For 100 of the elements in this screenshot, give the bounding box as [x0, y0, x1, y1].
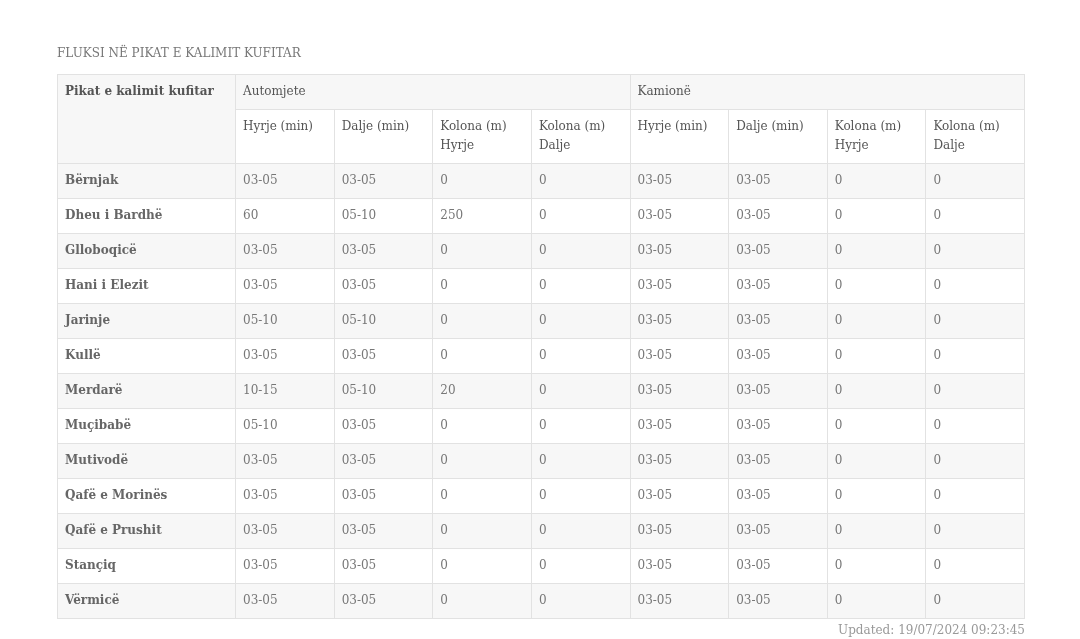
column-header: Kolona (m) Hyrje [827, 109, 926, 164]
table-cell: 0 [531, 338, 630, 374]
table-cell: 0 [432, 408, 532, 444]
column-header: Kolona (m) Dalje [531, 109, 630, 164]
table-cell: 03-05 [334, 338, 433, 374]
row-header: Mutivodë [57, 443, 236, 479]
table-cell: 03-05 [235, 443, 335, 479]
row-header: Hani i Elezit [57, 268, 236, 304]
table-cell: 03-05 [630, 233, 729, 269]
table-cell: 250 [432, 198, 532, 234]
row-header: Kullë [57, 338, 236, 374]
table-cell: 0 [827, 513, 926, 549]
table-cell: 03-05 [235, 163, 335, 199]
table-cell: 0 [531, 513, 630, 549]
table-cell: 03-05 [728, 338, 828, 374]
table-cell: 03-05 [728, 163, 828, 199]
table-cell: 05-10 [334, 198, 433, 234]
table-cell: 0 [827, 338, 926, 374]
group-header: Kamionë [630, 74, 1025, 110]
table-cell: 03-05 [728, 443, 828, 479]
table-cell: 03-05 [235, 338, 335, 374]
column-header: Dalje (min) [334, 109, 433, 164]
table-cell: 03-05 [630, 513, 729, 549]
table-cell: 0 [827, 198, 926, 234]
table-cell: 0 [432, 163, 532, 199]
table-cell: 03-05 [235, 513, 335, 549]
table-cell: 0 [531, 163, 630, 199]
table-cell: 0 [827, 303, 926, 339]
table-cell: 0 [925, 408, 1025, 444]
table-cell: 0 [925, 338, 1025, 374]
table-cell: 0 [925, 163, 1025, 199]
table-cell: 05-10 [235, 408, 335, 444]
table-cell: 0 [827, 268, 926, 304]
table-cell: 0 [827, 583, 926, 619]
table-cell: 03-05 [630, 163, 729, 199]
table-cell: 03-05 [630, 303, 729, 339]
table-cell: 03-05 [334, 583, 433, 619]
table-cell: 0 [432, 233, 532, 269]
table-cell: 03-05 [728, 373, 828, 409]
table-cell: 0 [925, 443, 1025, 479]
table-cell: 03-05 [235, 583, 335, 619]
table-cell: 03-05 [630, 338, 729, 374]
table-cell: 03-05 [728, 408, 828, 444]
column-header: Kolona (m) Dalje [925, 109, 1025, 164]
table-cell: 0 [925, 233, 1025, 269]
table-cell: 0 [925, 373, 1025, 409]
table-cell: 05-10 [235, 303, 335, 339]
table-cell: 0 [531, 268, 630, 304]
row-header: Vërmicë [57, 583, 236, 619]
table-cell: 0 [531, 408, 630, 444]
table-cell: 03-05 [334, 548, 433, 584]
table-cell: 03-05 [630, 373, 729, 409]
table-cell: 0 [531, 548, 630, 584]
updated-timestamp: Updated: 19/07/2024 09:23:45 [838, 623, 1025, 637]
column-header: Dalje (min) [728, 109, 828, 164]
group-header: Automjete [235, 74, 630, 110]
table-cell: 0 [432, 338, 532, 374]
table-cell: 03-05 [728, 513, 828, 549]
table-cell: 0 [432, 478, 532, 514]
table-cell: 03-05 [334, 163, 433, 199]
table-cell: 03-05 [630, 583, 729, 619]
table-cell: 0 [432, 268, 532, 304]
table-cell: 0 [531, 478, 630, 514]
table-cell: 0 [925, 303, 1025, 339]
table-cell: 60 [235, 198, 335, 234]
table-cell: 03-05 [630, 548, 729, 584]
column-header: Hyrje (min) [630, 109, 729, 164]
table-cell: 0 [827, 548, 926, 584]
table-cell: 0 [827, 478, 926, 514]
table-cell: 03-05 [235, 478, 335, 514]
table-cell: 03-05 [334, 408, 433, 444]
table-cell: 03-05 [728, 583, 828, 619]
table-cell: 05-10 [334, 303, 433, 339]
row-header: Bërnjak [57, 163, 236, 199]
table-cell: 03-05 [728, 268, 828, 304]
table-cell: 03-05 [728, 478, 828, 514]
table-cell: 0 [925, 583, 1025, 619]
table-cell: 0 [531, 373, 630, 409]
table-cell: 10-15 [235, 373, 335, 409]
column-header: Pikat e kalimit kufitar [57, 74, 236, 164]
row-header: Qafë e Morinës [57, 478, 236, 514]
table-cell: 0 [827, 443, 926, 479]
column-header: Hyrje (min) [235, 109, 335, 164]
table-cell: 0 [925, 548, 1025, 584]
row-header: Stançiq [57, 548, 236, 584]
table-cell: 03-05 [728, 303, 828, 339]
table-cell: 03-05 [334, 233, 433, 269]
table-cell: 0 [925, 268, 1025, 304]
table-cell: 0 [531, 233, 630, 269]
table-cell: 03-05 [334, 478, 433, 514]
table-cell: 0 [531, 583, 630, 619]
table-cell: 03-05 [630, 408, 729, 444]
table-cell: 0 [925, 478, 1025, 514]
table-cell: 03-05 [728, 198, 828, 234]
table-cell: 03-05 [728, 233, 828, 269]
table-cell: 03-05 [334, 268, 433, 304]
row-header: Glloboqicë [57, 233, 236, 269]
table-cell: 0 [925, 513, 1025, 549]
table-cell: 0 [432, 443, 532, 479]
table-cell: 03-05 [235, 268, 335, 304]
